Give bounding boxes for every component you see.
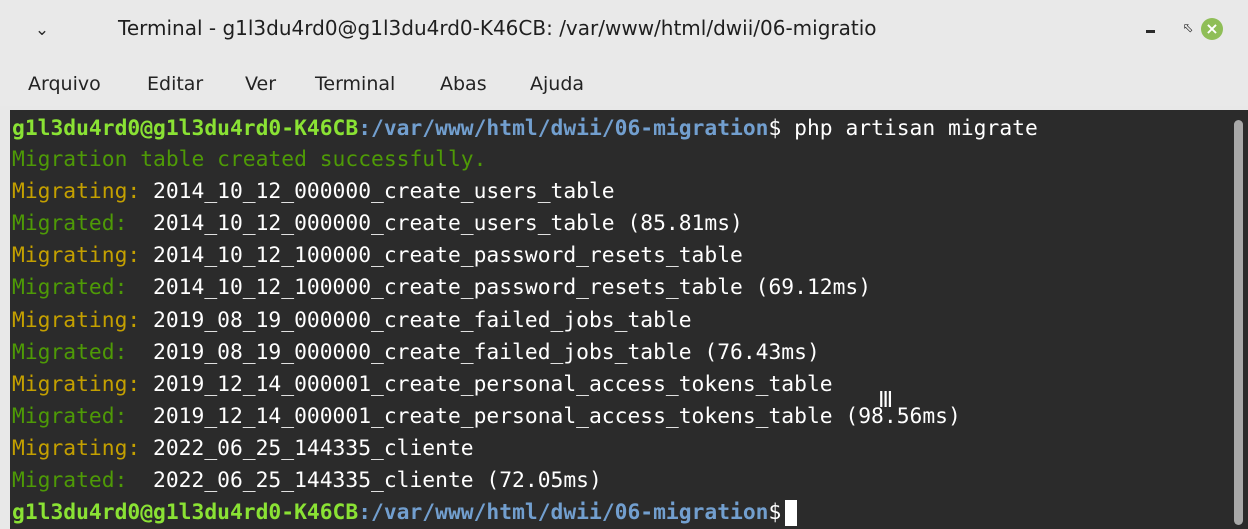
menu-bar: Arquivo Editar Ver Terminal Abas Ajuda <box>0 60 1248 106</box>
title-bar: ⌄ Terminal - g1l3du4rd0@g1l3du4rd0-K46CB… <box>0 0 1248 60</box>
migrating-line: Migrating: 2019_08_19_000000_create_fail… <box>12 305 692 336</box>
prompt-line: g1l3du4rd0@g1l3du4rd0-K46CB:/var/www/htm… <box>12 497 798 528</box>
close-icon[interactable]: × <box>1201 18 1223 40</box>
text-cursor <box>785 500 798 526</box>
menu-terminal[interactable]: Terminal <box>315 73 395 95</box>
migrated-line: Migrated: 2022_06_25_144335_cliente (72.… <box>12 465 602 496</box>
menu-editar[interactable]: Editar <box>147 73 203 95</box>
migrating-line: Migrating: 2014_10_12_000000_create_user… <box>12 176 615 207</box>
migration-name: 2019_12_14_000001_create_personal_access… <box>140 372 833 397</box>
maximize-icon[interactable]: ⬁ <box>1176 18 1200 40</box>
menu-abas[interactable]: Abas <box>440 73 487 95</box>
command-line: g1l3du4rd0@g1l3du4rd0-K46CB:/var/www/htm… <box>12 113 1038 144</box>
migrated-line: Migrated: 2014_10_12_100000_create_passw… <box>12 272 871 303</box>
menu-ajuda[interactable]: Ajuda <box>530 73 584 95</box>
migrated-line: Migrated: 2019_12_14_000001_create_perso… <box>12 401 961 432</box>
migrating-label: Migrating: <box>12 243 141 268</box>
minimize-icon[interactable] <box>1140 18 1164 40</box>
migrating-label: Migrating: <box>12 372 141 397</box>
migrating-line: Migrating: 2019_12_14_000001_create_pers… <box>12 369 833 400</box>
migrated-label: Migrated: <box>12 211 141 236</box>
prompt-user: g1l3du4rd0@g1l3du4rd0-K46CB <box>12 500 359 525</box>
migration-name: 2019_08_19_000000_create_failed_jobs_tab… <box>140 308 692 333</box>
scroll-thumb[interactable] <box>1234 120 1243 525</box>
prompt-path: :/var/www/html/dwii/06-migration <box>358 500 769 525</box>
migrated-label: Migrated: <box>12 468 141 493</box>
migrating-label: Migrating: <box>12 179 141 204</box>
ibeam-cursor-icon: Ⅲ <box>878 388 894 413</box>
migration-result: 2019_08_19_000000_create_failed_jobs_tab… <box>140 340 820 365</box>
menu-ver[interactable]: Ver <box>245 73 276 95</box>
migration-result: 2014_10_12_100000_create_password_resets… <box>140 275 872 300</box>
migrated-line: Migrated: 2019_08_19_000000_create_faile… <box>12 337 820 368</box>
command-text: php artisan migrate <box>781 116 1038 141</box>
migrated-label: Migrated: <box>12 340 141 365</box>
terminal-output[interactable]: g1l3du4rd0@g1l3du4rd0-K46CB:/var/www/htm… <box>10 110 1238 529</box>
window-title: Terminal - g1l3du4rd0@g1l3du4rd0-K46CB: … <box>118 16 877 40</box>
migrating-label: Migrating: <box>12 436 141 461</box>
scrollbar[interactable] <box>1230 110 1248 529</box>
migration-result: 2019_12_14_000001_create_personal_access… <box>140 404 961 429</box>
prompt-symbol: $ <box>768 116 782 141</box>
migration-result: 2022_06_25_144335_cliente (72.05ms) <box>140 468 602 493</box>
prompt-symbol: $ <box>768 500 782 525</box>
menu-arquivo[interactable]: Arquivo <box>28 73 101 95</box>
status-line: Migration table created successfully. <box>12 147 487 172</box>
migration-name: 2014_10_12_000000_create_users_table <box>140 179 615 204</box>
migrating-label: Migrating: <box>12 308 141 333</box>
prompt-path: :/var/www/html/dwii/06-migration <box>358 116 769 141</box>
migration-name: 2014_10_12_100000_create_password_resets… <box>140 243 743 268</box>
migrated-line: Migrated: 2014_10_12_000000_create_users… <box>12 208 743 239</box>
prompt-user: g1l3du4rd0@g1l3du4rd0-K46CB <box>12 116 359 141</box>
migration-name: 2022_06_25_144335_cliente <box>140 436 474 461</box>
migration-result: 2014_10_12_000000_create_users_table (85… <box>140 211 743 236</box>
migrating-line: Migrating: 2014_10_12_100000_create_pass… <box>12 240 743 271</box>
migrated-label: Migrated: <box>12 275 141 300</box>
window-menu-chevron-icon[interactable]: ⌄ <box>30 20 54 40</box>
migrating-line: Migrating: 2022_06_25_144335_cliente <box>12 433 474 464</box>
migrated-label: Migrated: <box>12 404 141 429</box>
